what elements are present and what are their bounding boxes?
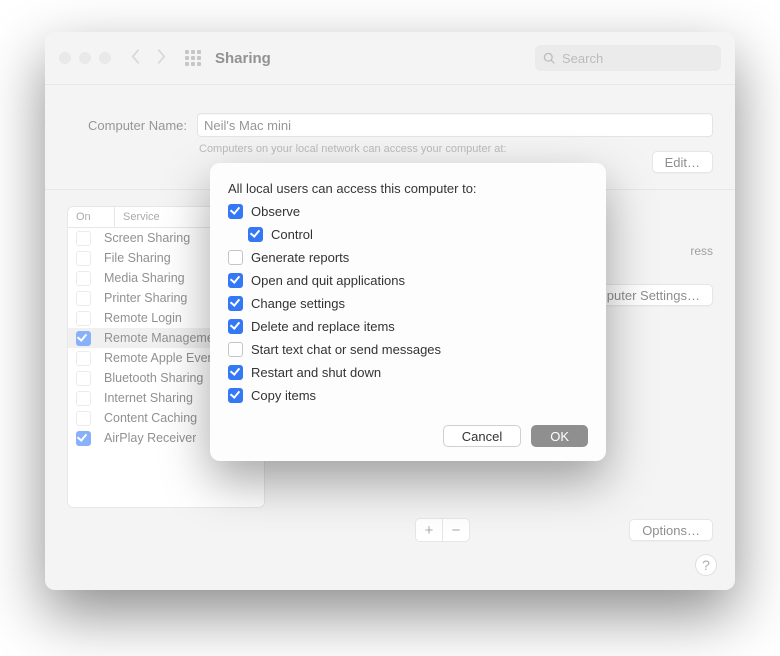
service-checkbox[interactable]	[76, 231, 91, 246]
options-button[interactable]: Options…	[629, 519, 713, 541]
service-label: File Sharing	[98, 251, 171, 265]
service-label: Remote Login	[98, 311, 182, 325]
permission-label: Generate reports	[251, 250, 349, 265]
service-label: Content Caching	[98, 411, 197, 425]
permission-label: Change settings	[251, 296, 345, 311]
back-button[interactable]	[125, 48, 145, 69]
service-checkbox[interactable]	[76, 431, 91, 446]
computer-name-input[interactable]	[197, 113, 713, 137]
computer-name-label: Computer Name:	[67, 118, 187, 133]
edit-button[interactable]: Edit…	[652, 151, 713, 173]
service-label: AirPlay Receiver	[98, 431, 196, 445]
permission-label: Restart and shut down	[251, 365, 381, 380]
permission-checkbox[interactable]	[228, 204, 243, 219]
permission-label: Open and quit applications	[251, 273, 405, 288]
forward-button[interactable]	[151, 48, 171, 69]
permission-checkbox[interactable]	[228, 296, 243, 311]
add-remove-segmented: + −	[415, 518, 470, 542]
col-service: Service	[115, 207, 168, 227]
permission-label: Start text chat or send messages	[251, 342, 441, 357]
col-on: On	[68, 207, 115, 227]
traffic-lights	[59, 52, 111, 64]
computer-name-subtext: Computers on your local network can acce…	[199, 143, 507, 155]
permission-row: Observe	[228, 204, 588, 219]
permissions-sheet: All local users can access this computer…	[210, 163, 606, 461]
service-checkbox[interactable]	[76, 331, 91, 346]
service-checkbox[interactable]	[76, 251, 91, 266]
service-checkbox[interactable]	[76, 371, 91, 386]
permission-row: Open and quit applications	[228, 273, 588, 288]
permission-row: Generate reports	[228, 250, 588, 265]
address-suffix-text: ress	[690, 244, 713, 258]
permission-checkbox[interactable]	[248, 227, 263, 242]
permission-checkbox[interactable]	[228, 273, 243, 288]
service-checkbox[interactable]	[76, 291, 91, 306]
service-label: Printer Sharing	[98, 291, 187, 305]
permission-checkbox[interactable]	[228, 365, 243, 380]
service-checkbox[interactable]	[76, 311, 91, 326]
search-placeholder: Search	[562, 51, 603, 66]
toolbar: Sharing Search	[45, 32, 735, 85]
add-button[interactable]: +	[416, 519, 442, 541]
cancel-button[interactable]: Cancel	[443, 425, 521, 447]
help-button[interactable]: ?	[695, 554, 717, 576]
service-label: Screen Sharing	[98, 231, 190, 245]
permission-label: Observe	[251, 204, 300, 219]
nav-buttons	[125, 48, 171, 69]
permission-label: Delete and replace items	[251, 319, 395, 334]
permission-checkbox[interactable]	[228, 319, 243, 334]
ok-button[interactable]: OK	[531, 425, 588, 447]
zoom-window-button[interactable]	[99, 52, 111, 64]
permission-label: Copy items	[251, 388, 316, 403]
service-label: Remote Management	[98, 331, 224, 345]
service-label: Remote Apple Events	[98, 351, 224, 365]
pane-title: Sharing	[215, 50, 271, 67]
permission-row: Delete and replace items	[228, 319, 588, 334]
show-all-icon[interactable]	[185, 50, 201, 66]
permission-row: Start text chat or send messages	[228, 342, 588, 357]
service-checkbox[interactable]	[76, 391, 91, 406]
permission-checkbox[interactable]	[228, 250, 243, 265]
permission-row: Change settings	[228, 296, 588, 311]
minimize-window-button[interactable]	[79, 52, 91, 64]
remove-button[interactable]: −	[442, 519, 469, 541]
permission-label: Control	[271, 227, 313, 242]
service-label: Internet Sharing	[98, 391, 193, 405]
search-icon	[543, 52, 556, 65]
search-field[interactable]: Search	[535, 45, 721, 71]
permission-row: Control	[248, 227, 588, 242]
service-label: Bluetooth Sharing	[98, 371, 203, 385]
service-checkbox[interactable]	[76, 271, 91, 286]
service-checkbox[interactable]	[76, 351, 91, 366]
permission-row: Restart and shut down	[228, 365, 588, 380]
close-window-button[interactable]	[59, 52, 71, 64]
permission-checkbox[interactable]	[228, 388, 243, 403]
permission-row: Copy items	[228, 388, 588, 403]
service-label: Media Sharing	[98, 271, 185, 285]
sheet-title: All local users can access this computer…	[228, 181, 588, 196]
permission-checkbox[interactable]	[228, 342, 243, 357]
service-checkbox[interactable]	[76, 411, 91, 426]
